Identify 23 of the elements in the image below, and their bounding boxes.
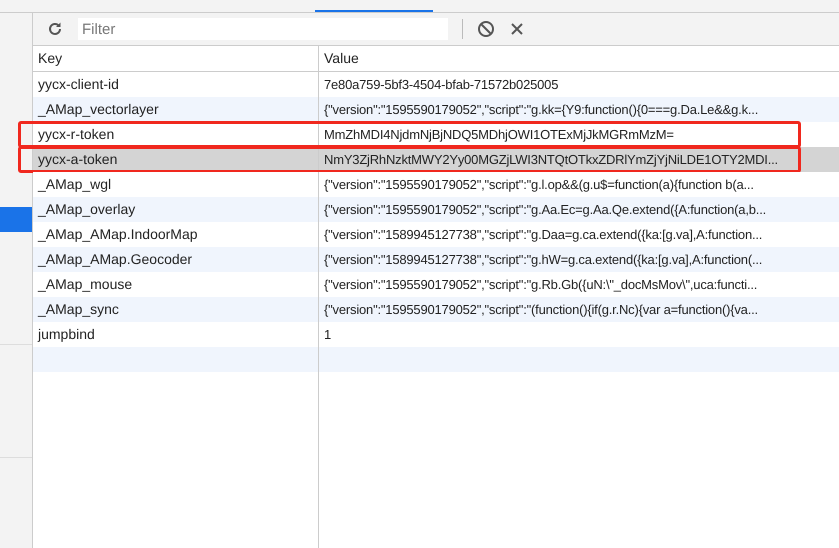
table-cell-text: MmZhMDI4NjdmNjBjNDQ5MDhjOWI1OTExMjJkMGRmMzM= (323, 126, 675, 144)
table-row[interactable]: _AMap_AMap.Geocoder {"version":"1589945127738","script":"g.hW=g.ca.extend({ka:[g.va],A:function(... (33, 247, 839, 272)
table-cell: _AMap_vectorlayer (33, 97, 319, 122)
table-cell-text: NmY3ZjRhNzktMWY2Yy00MGZjLWI3NTQtOTkxZDRlYmZjYjNiLDE1OTY2MDI... (323, 151, 779, 169)
refresh-icon[interactable] (46, 20, 64, 38)
close-icon[interactable] (509, 21, 525, 37)
table-cell-text: {"version":"1595590179052","script":"g.Aa.Ec=g.Aa.Qe.extend({A:function(a,b... (323, 201, 768, 219)
table-row[interactable]: _AMap_sync {"version":"1595590179052","script":"(function(){if(g.r.Nc){var a=function(){va... (33, 297, 839, 322)
column-header[interactable]: Value (319, 46, 839, 71)
table-row[interactable]: _AMap_vectorlayer {"version":"1595590179052","script":"g.kk={Y9:function(){0===g.Da.Le&&g.k... (33, 97, 839, 122)
table-cell-text: {"version":"1589945127738","script":"g.hW=g.ca.extend({ka:[g.va],A:function(... (323, 251, 764, 269)
table-cell-text: 1 (323, 326, 332, 344)
column-header[interactable]: Key (33, 46, 319, 71)
table-cell-text: {"version":"1595590179052","script":"g.l.op&&(g.u$=function(a){function b(a... (323, 176, 755, 194)
table-cell-text: 7e80a759-5bf3-4504-bfab-71572b025005 (323, 76, 560, 94)
filter-field[interactable]: Filter (78, 18, 448, 40)
table-cell: yycx-r-token (33, 122, 319, 147)
table-cell-text: {"version":"1595590179052","script":"(function(){if(g.r.Nc){var a=function(){va... (323, 301, 759, 319)
table-cell-text: {"version":"1595590179052","script":"g.kk={Y9:function(){0===g.Da.Le&&g.k... (323, 101, 760, 119)
table-row[interactable]: _AMap_overlay {"version":"1595590179052","script":"g.Aa.Ec=g.Aa.Qe.extend({A:function(a,b... (33, 197, 839, 222)
block-icon[interactable] (477, 20, 495, 38)
table-cell-text: {"version":"1589945127738","script":"g.Daa=g.ca.extend({ka:[g.va],A:function... (323, 226, 764, 244)
table-cell-text: {"version":"1595590179052","script":"g.Rb.Gb({uN:\"_docMsMov\",uca:functi... (323, 276, 758, 294)
